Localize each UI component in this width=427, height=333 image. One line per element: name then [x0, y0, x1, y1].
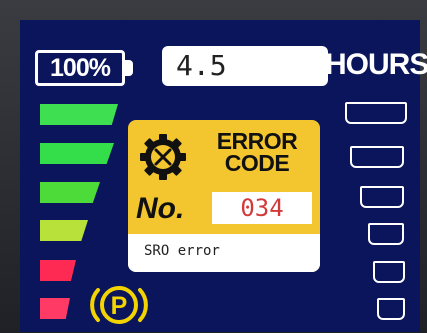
outline-bar-6 [377, 298, 405, 320]
hours-value-box: 4.5 [162, 46, 328, 86]
outline-bar-2 [350, 146, 404, 168]
error-code-value: 034 [212, 192, 312, 224]
hours-value: 4.5 [176, 49, 227, 82]
level-bar-4 [40, 220, 88, 241]
level-bar-3 [40, 182, 100, 203]
gear-wrench-icon [140, 134, 186, 180]
error-title-line2: CODE [224, 150, 290, 176]
error-description: SRO error [128, 234, 320, 272]
hours-label: HOURS [325, 48, 427, 81]
outline-bar-5 [373, 261, 405, 283]
battery-level: 100% [50, 54, 111, 82]
display-screen: 100% 4.5 HOURS ERROR CODE No. 034 SRO er… [20, 20, 427, 332]
outline-bar-3 [360, 186, 404, 208]
error-number-label: No. [136, 192, 185, 225]
level-bar-6 [40, 298, 70, 319]
battery-tip [125, 60, 133, 76]
battery-indicator: 100% [35, 50, 125, 86]
level-bar-2 [40, 143, 114, 164]
error-title-line1: ERROR [216, 128, 298, 154]
outline-bar-1 [345, 102, 407, 124]
parking-brake-icon: P [90, 286, 148, 324]
error-code-title: ERROR CODE [198, 128, 316, 176]
level-bar-5 [40, 260, 76, 281]
outline-bar-4 [368, 223, 404, 245]
error-panel: ERROR CODE No. 034 SRO error [128, 120, 320, 272]
parking-letter: P [111, 292, 128, 320]
level-bar-1 [40, 104, 118, 125]
